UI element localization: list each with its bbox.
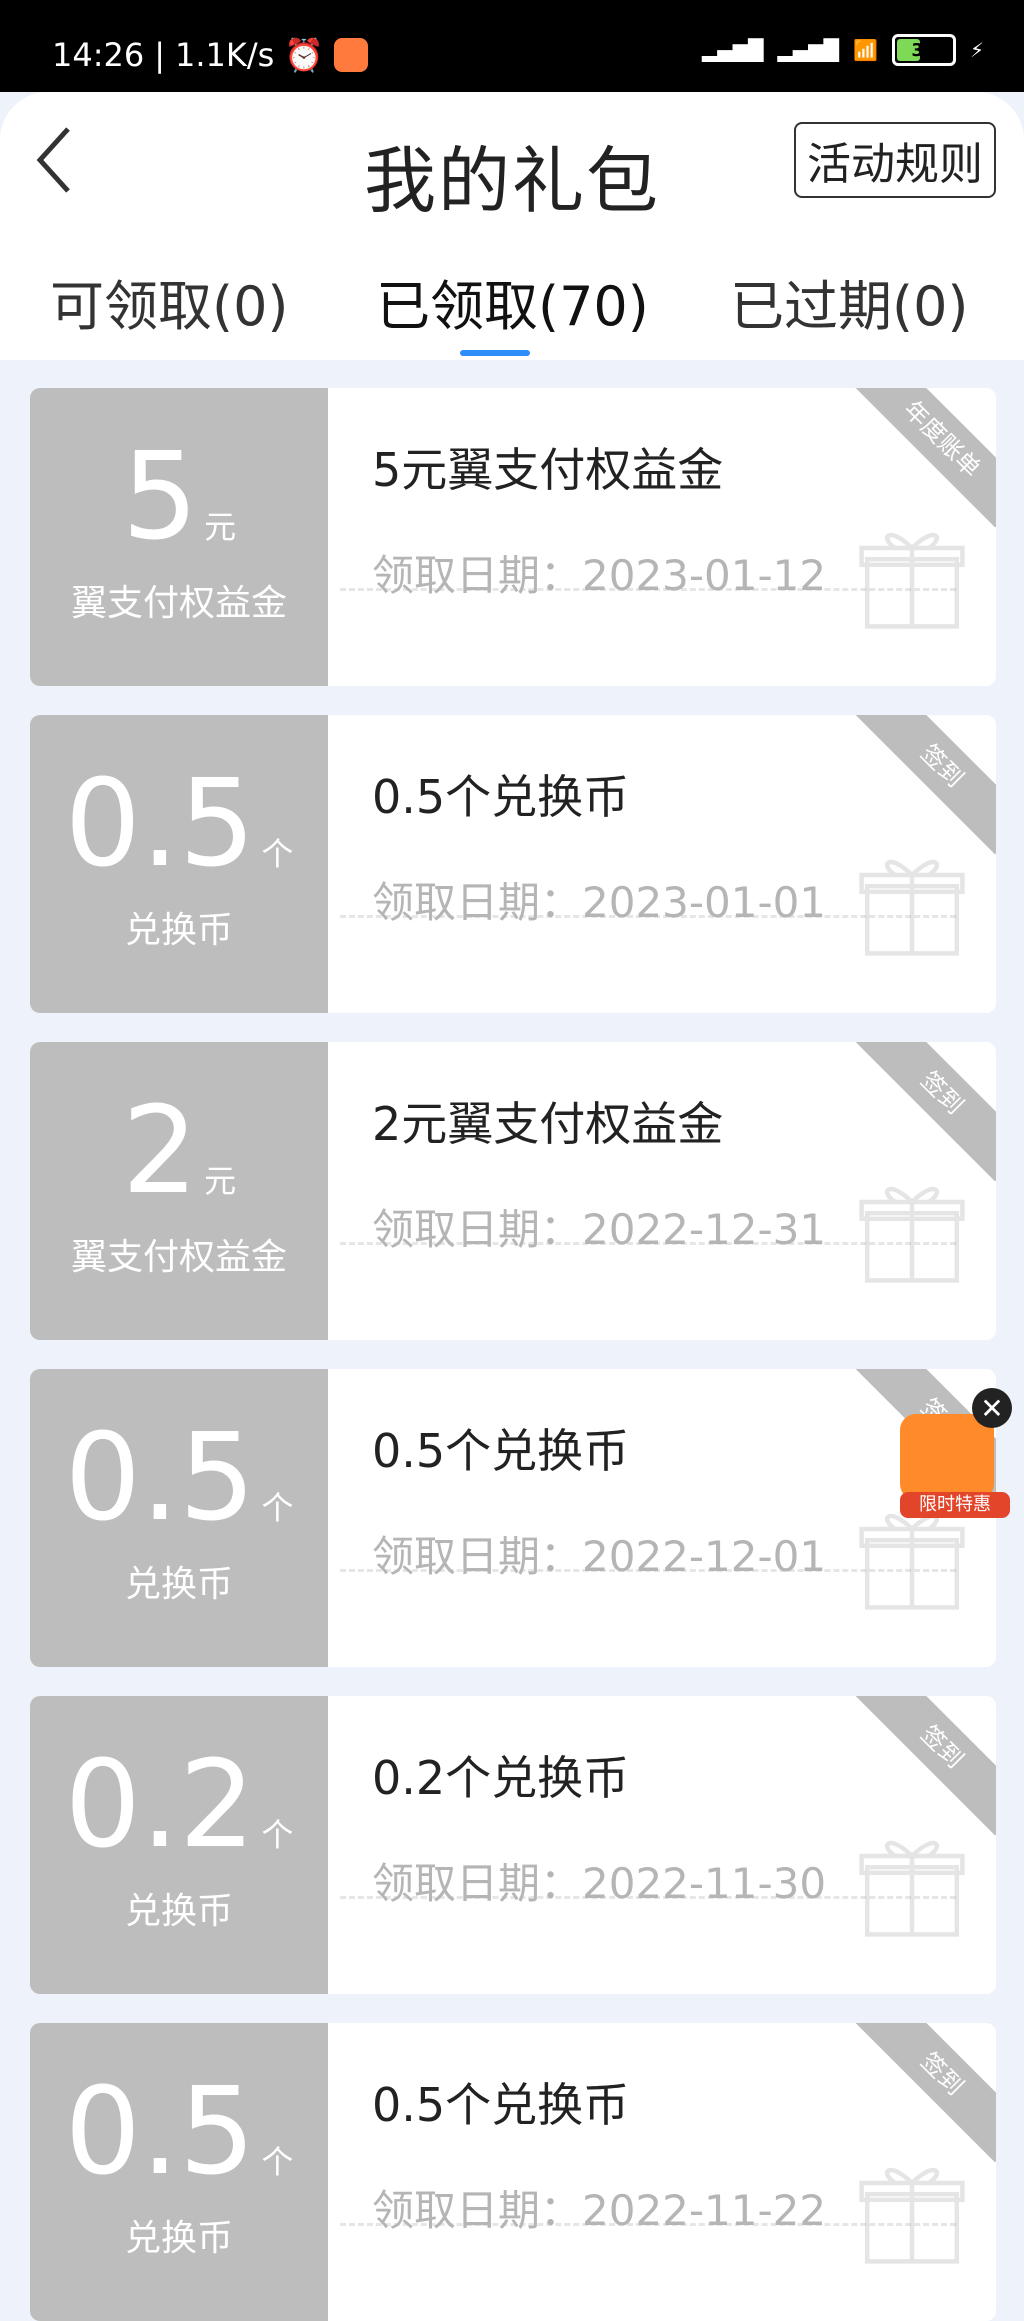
received-date: 领取日期：2023-01-12 <box>372 551 827 600</box>
gift-card[interactable]: 0.5个 兑换币 0.5个兑换币 领取日期：2022-12-01 签到 <box>30 1369 996 1667</box>
gift-title: 0.5个兑换币 <box>372 770 630 824</box>
network-speed: 1.1K/s <box>175 36 275 74</box>
gift-card[interactable]: 2元 翼支付权益金 2元翼支付权益金 领取日期：2022-12-31 签到 <box>30 1042 996 1340</box>
gift-card-amount-panel: 0.5 个 兑换币 <box>30 2023 328 2321</box>
received-date: 领取日期：2022-11-22 <box>372 2186 827 2235</box>
category: 兑换币 <box>124 1564 233 1605</box>
charging-icon: ⚡ <box>969 38 984 62</box>
received-date: 领取日期：2022-12-31 <box>372 1205 827 1254</box>
gift-card[interactable]: 0.5 个 兑换币 0.5个兑换币 领取日期：2022-11-22 签到 <box>30 2023 996 2321</box>
corner-tag: 签到 <box>853 1042 996 1182</box>
tab-received[interactable]: 已领取(70) <box>376 262 649 341</box>
gift-title: 0.2个兑换币 <box>372 1751 630 1805</box>
status-bar: 14:26 | 1.1K/s ⏰ ▂▄▆█ ▂▄▆█ 📶 37 ⚡ <box>0 0 1024 92</box>
gift-title: 0.5个兑换币 <box>372 1424 630 1478</box>
received-date: 领取日期：2022-11-30 <box>372 1859 827 1908</box>
signal-icon: ▂▄▆█ <box>701 38 764 62</box>
amount: 0.5 个 <box>64 2063 294 2202</box>
category: 翼支付权益金 <box>70 1237 287 1278</box>
close-icon[interactable]: ✕ <box>972 1388 1012 1428</box>
amount: 0.2 个 <box>64 1736 294 1875</box>
gift-card[interactable]: 0.5 个 兑换币 0.5个兑换币 领取日期：2023-01-01 签到 <box>30 715 996 1013</box>
battery-icon: 37 <box>891 34 956 66</box>
amount: 5元 <box>121 428 237 567</box>
gift-icon <box>859 2167 965 2264</box>
gift-title: 5元翼支付权益金 <box>372 443 724 497</box>
status-left: 14:26 | 1.1K/s ⏰ <box>52 36 369 74</box>
gift-icon <box>859 1840 965 1937</box>
category: 兑换币 <box>124 1891 233 1932</box>
app-notification-icon <box>334 38 369 72</box>
corner-tag: 签到 <box>853 2023 996 2163</box>
gift-card[interactable]: 0.2 个 兑换币 0.2个兑换币 领取日期：2022-11-30 签到 <box>30 1696 996 1994</box>
tab-bar: 可领取(0) 已领取(70) 已过期(0) <box>0 262 1024 342</box>
divider: | <box>154 36 165 74</box>
wifi-icon: 📶 <box>853 38 878 62</box>
gift-card-amount-panel: 0.2 个 兑换币 <box>30 1696 328 1994</box>
tab-available[interactable]: 可领取(0) <box>50 262 289 341</box>
gift-title: 0.5个兑换币 <box>372 2078 630 2132</box>
category: 翼支付权益金 <box>70 583 287 624</box>
alarm-icon: ⏰ <box>284 36 325 74</box>
gift-card[interactable]: 5元 翼支付权益金 5元翼支付权益金 领取日期：2023-01-12 年度账单 <box>30 388 996 686</box>
active-tab-indicator <box>460 350 530 356</box>
gift-icon <box>859 532 965 629</box>
category: 兑换币 <box>124 2218 233 2259</box>
treasure-chest-icon <box>900 1414 994 1500</box>
gift-card-amount-panel: 2元 翼支付权益金 <box>30 1042 328 1340</box>
status-right: ▂▄▆█ ▂▄▆█ 📶 37 ⚡ <box>702 34 984 66</box>
clock: 14:26 <box>52 36 145 74</box>
gift-icon <box>859 1186 965 1283</box>
signal-icon-2: ▂▄▆█ <box>777 38 840 62</box>
received-date: 领取日期：2023-01-01 <box>372 878 827 927</box>
gift-title: 2元翼支付权益金 <box>372 1097 724 1151</box>
category: 兑换币 <box>124 910 233 951</box>
promo-floating-widget[interactable]: ✕ 限时特惠 <box>900 1388 1012 1518</box>
amount: 0.5 个 <box>64 1409 294 1548</box>
gift-card-amount-panel: 0.5 个 兑换币 <box>30 1369 328 1667</box>
activity-rules-button[interactable]: 活动规则 <box>794 122 996 198</box>
gift-icon <box>859 859 965 956</box>
tab-expired[interactable]: 已过期(0) <box>730 262 969 341</box>
amount: 0.5 个 <box>64 755 294 894</box>
received-date: 领取日期：2022-12-01 <box>372 1532 827 1581</box>
header: 我的礼包 活动规则 可领取(0) 已领取(70) 已过期(0) <box>0 92 1024 360</box>
corner-tag: 签到 <box>853 1696 996 1836</box>
gift-card-amount-panel: 5元 翼支付权益金 <box>30 388 328 686</box>
amount: 2元 <box>121 1082 237 1221</box>
corner-tag: 签到 <box>853 715 996 855</box>
promo-label: 限时特惠 <box>900 1492 1010 1518</box>
gift-card-amount-panel: 0.5 个 兑换币 <box>30 715 328 1013</box>
corner-tag: 年度账单 <box>853 388 996 528</box>
